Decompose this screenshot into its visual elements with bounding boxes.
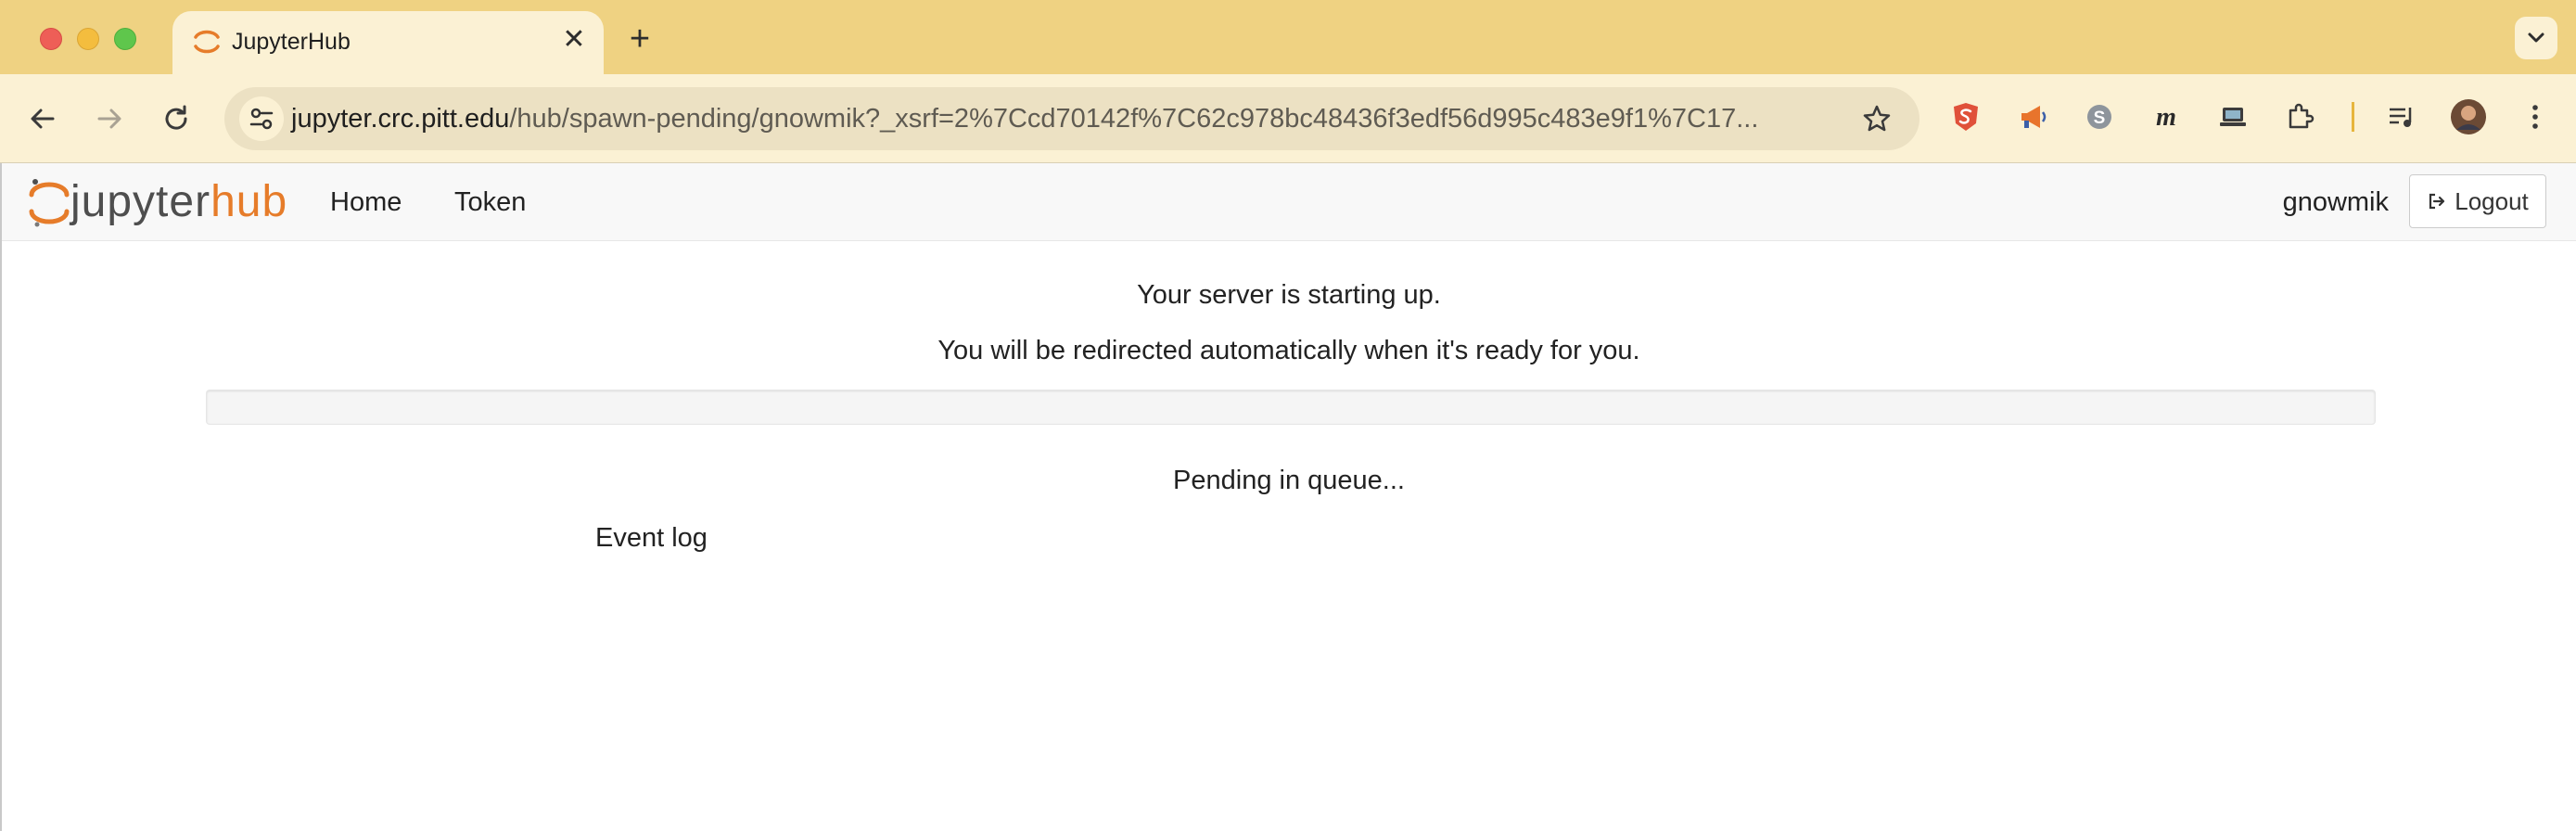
toolbar-divider (2352, 102, 2354, 132)
star-icon (1863, 105, 1891, 132)
laptop-icon (2220, 108, 2246, 126)
progress-status-message: Pending in queue... (1173, 466, 1405, 495)
url-text[interactable]: jupyter.crc.pitt.edu/hub/spawn-pending/g… (291, 87, 1758, 150)
server-starting-message: Your server is starting up. (1137, 280, 1441, 310)
new-tab-button[interactable]: + (621, 20, 658, 58)
extension-skype-icon[interactable]: S (2081, 98, 2118, 135)
address-bar[interactable]: jupyter.crc.pitt.edu/hub/spawn-pending/g… (224, 87, 1919, 150)
event-log-toggle[interactable]: Event log (595, 523, 708, 554)
megaphone-icon (2021, 106, 2047, 128)
tune-icon (249, 108, 274, 130)
arrow-right-icon (97, 109, 121, 129)
extension-laptop-icon[interactable] (2214, 98, 2251, 135)
jupyter-logo-icon (29, 179, 70, 227)
extension-s-shield-icon[interactable] (1947, 98, 1984, 135)
skype-icon: S (2087, 105, 2111, 129)
arrow-left-icon (31, 109, 55, 129)
bookmark-star-button[interactable] (1855, 96, 1899, 141)
nav-home-link[interactable]: Home (330, 182, 402, 223)
tab-search-button[interactable] (2515, 17, 2557, 59)
jupyterhub-page: jupyterhub Home Token gnowmik Logout You… (0, 163, 2576, 831)
kebab-menu-icon (2532, 105, 2538, 129)
tab-title: JupyterHub (232, 29, 351, 55)
logout-button[interactable]: Logout (2409, 174, 2546, 228)
svg-text:m: m (2156, 103, 2176, 132)
profile-avatar[interactable] (2450, 98, 2487, 135)
site-info-button[interactable] (239, 96, 284, 141)
shield-icon (1954, 103, 1978, 131)
logo-wordmark: jupyterhub (70, 174, 287, 230)
redirect-message: You will be redirected automatically whe… (937, 336, 1640, 365)
media-controls-button[interactable] (2383, 98, 2420, 135)
extension-m-icon[interactable]: m (2148, 98, 2185, 135)
reload-button[interactable] (154, 96, 198, 141)
forward-button[interactable] (87, 96, 132, 141)
extension-megaphone-icon[interactable] (2014, 98, 2051, 135)
username-label: gnowmik (2282, 187, 2389, 217)
m-letter-icon: m (2156, 103, 2176, 132)
avatar-icon (2451, 99, 2486, 134)
back-button[interactable] (20, 96, 65, 141)
jupyter-favicon-icon (194, 30, 220, 54)
jupyterhub-logo[interactable]: jupyterhub (28, 174, 287, 230)
spawn-progress-bar (206, 390, 2376, 425)
url-domain: jupyter.crc.pitt.edu (291, 104, 510, 134)
nav-token-link[interactable]: Token (454, 182, 526, 223)
browser-tab-active[interactable]: JupyterHub ✕ (172, 11, 604, 74)
music-queue-icon (2390, 108, 2412, 127)
logo-text-hub: hub (210, 177, 288, 226)
tab-close-icon[interactable]: ✕ (557, 23, 591, 57)
browser-menu-button[interactable] (2517, 98, 2554, 135)
window-zoom-button[interactable] (114, 28, 136, 50)
jupyterhub-navbar: jupyterhub Home Token gnowmik Logout (2, 163, 2576, 241)
puzzle-icon (2289, 103, 2315, 129)
chevron-down-icon (2528, 32, 2544, 43)
window-close-button[interactable] (40, 28, 62, 50)
logo-text-jupyter: jupyter (70, 177, 211, 226)
logout-label: Logout (2455, 186, 2529, 215)
sign-out-icon (2429, 193, 2445, 210)
url-path: /hub/spawn-pending/gnowmik?_xsrf=2%7Ccd7… (509, 104, 1759, 134)
reload-icon (165, 105, 187, 130)
window-minimize-button[interactable] (77, 28, 99, 50)
browser-toolbar: jupyter.crc.pitt.edu/hub/spawn-pending/g… (0, 74, 2576, 163)
extensions-puzzle-button[interactable] (2281, 98, 2318, 135)
svg-text:S: S (2094, 109, 2106, 128)
browser-tabstrip: JupyterHub ✕ + (0, 0, 2576, 74)
